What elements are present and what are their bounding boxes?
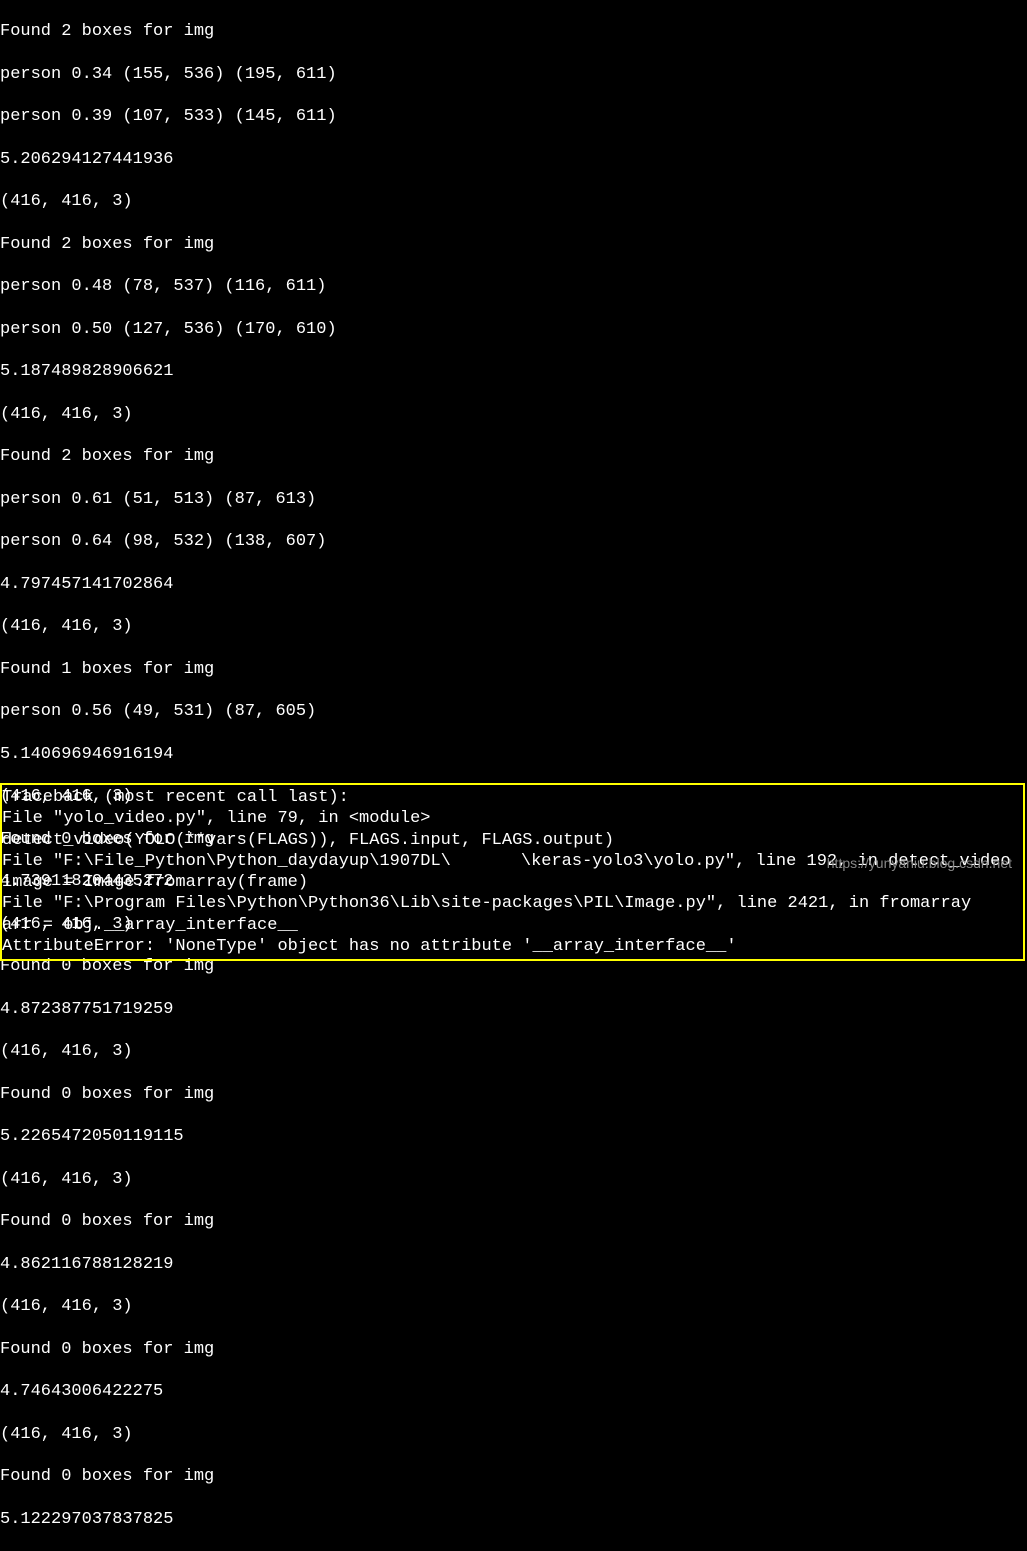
output-line: 5.2265472050119115: [0, 1126, 1027, 1147]
traceback-file-line: File "yolo_video.py", line 79, in <modul…: [2, 808, 1023, 829]
output-line: Found 0 boxes for img: [0, 1084, 1027, 1105]
output-line: Found 0 boxes for img: [0, 1211, 1027, 1232]
traceback-highlight-box: Traceback (most recent call last): File …: [0, 783, 1025, 961]
output-line: 5.187489828906621: [0, 361, 1027, 382]
output-line: person 0.34 (155, 536) (195, 611): [0, 64, 1027, 85]
output-line: (416, 416, 3): [0, 1169, 1027, 1190]
output-line: person 0.64 (98, 532) (138, 607): [0, 531, 1027, 552]
output-line: (416, 416, 3): [0, 1041, 1027, 1062]
output-line: 5.206294127441936: [0, 149, 1027, 170]
output-line: Found 0 boxes for img: [0, 1339, 1027, 1360]
traceback-header: Traceback (most recent call last):: [2, 787, 1023, 808]
output-line: person 0.48 (78, 537) (116, 611): [0, 276, 1027, 297]
traceback-code-line: detect_video(YOLO(**vars(FLAGS)), FLAGS.…: [2, 830, 1023, 851]
output-line: Found 0 boxes for img: [0, 1466, 1027, 1487]
output-line: person 0.39 (107, 533) (145, 611): [0, 106, 1027, 127]
output-line: (416, 416, 3): [0, 616, 1027, 637]
traceback-error: AttributeError: 'NoneType' object has no…: [2, 936, 1023, 957]
output-line: (416, 416, 3): [0, 1424, 1027, 1445]
output-line: 4.74643006422275: [0, 1381, 1027, 1402]
output-line: 5.140696946916194: [0, 744, 1027, 765]
output-line: person 0.50 (127, 536) (170, 610): [0, 319, 1027, 340]
output-line: person 0.56 (49, 531) (87, 605): [0, 701, 1027, 722]
output-line: Found 1 boxes for img: [0, 659, 1027, 680]
output-line: person 0.61 (51, 513) (87, 613): [0, 489, 1027, 510]
redacted-segment: [451, 852, 521, 868]
watermark-text: https://yunyaniu.blog.csdn.net: [827, 855, 1012, 873]
output-line: (416, 416, 3): [0, 1296, 1027, 1317]
output-line: (416, 416, 3): [0, 191, 1027, 212]
output-line: 4.862116788128219: [0, 1254, 1027, 1275]
output-line: 4.797457141702864: [0, 574, 1027, 595]
output-line: 5.122297037837825: [0, 1509, 1027, 1530]
path-prefix: File "F:\File_Python\Python_daydayup\190…: [2, 852, 451, 871]
output-line: Found 2 boxes for img: [0, 234, 1027, 255]
output-line: 4.872387751719259: [0, 999, 1027, 1020]
traceback-code-line: arr = obj.__array_interface__: [2, 915, 1023, 936]
output-line: Found 2 boxes for img: [0, 446, 1027, 467]
traceback-file-line: File "F:\Program Files\Python\Python36\L…: [2, 893, 1023, 914]
output-line: (416, 416, 3): [0, 404, 1027, 425]
traceback-code-line: image = Image.fromarray(frame): [2, 872, 1023, 893]
output-line: Found 2 boxes for img: [0, 21, 1027, 42]
terminal-output: Found 2 boxes for img person 0.34 (155, …: [0, 0, 1027, 1551]
